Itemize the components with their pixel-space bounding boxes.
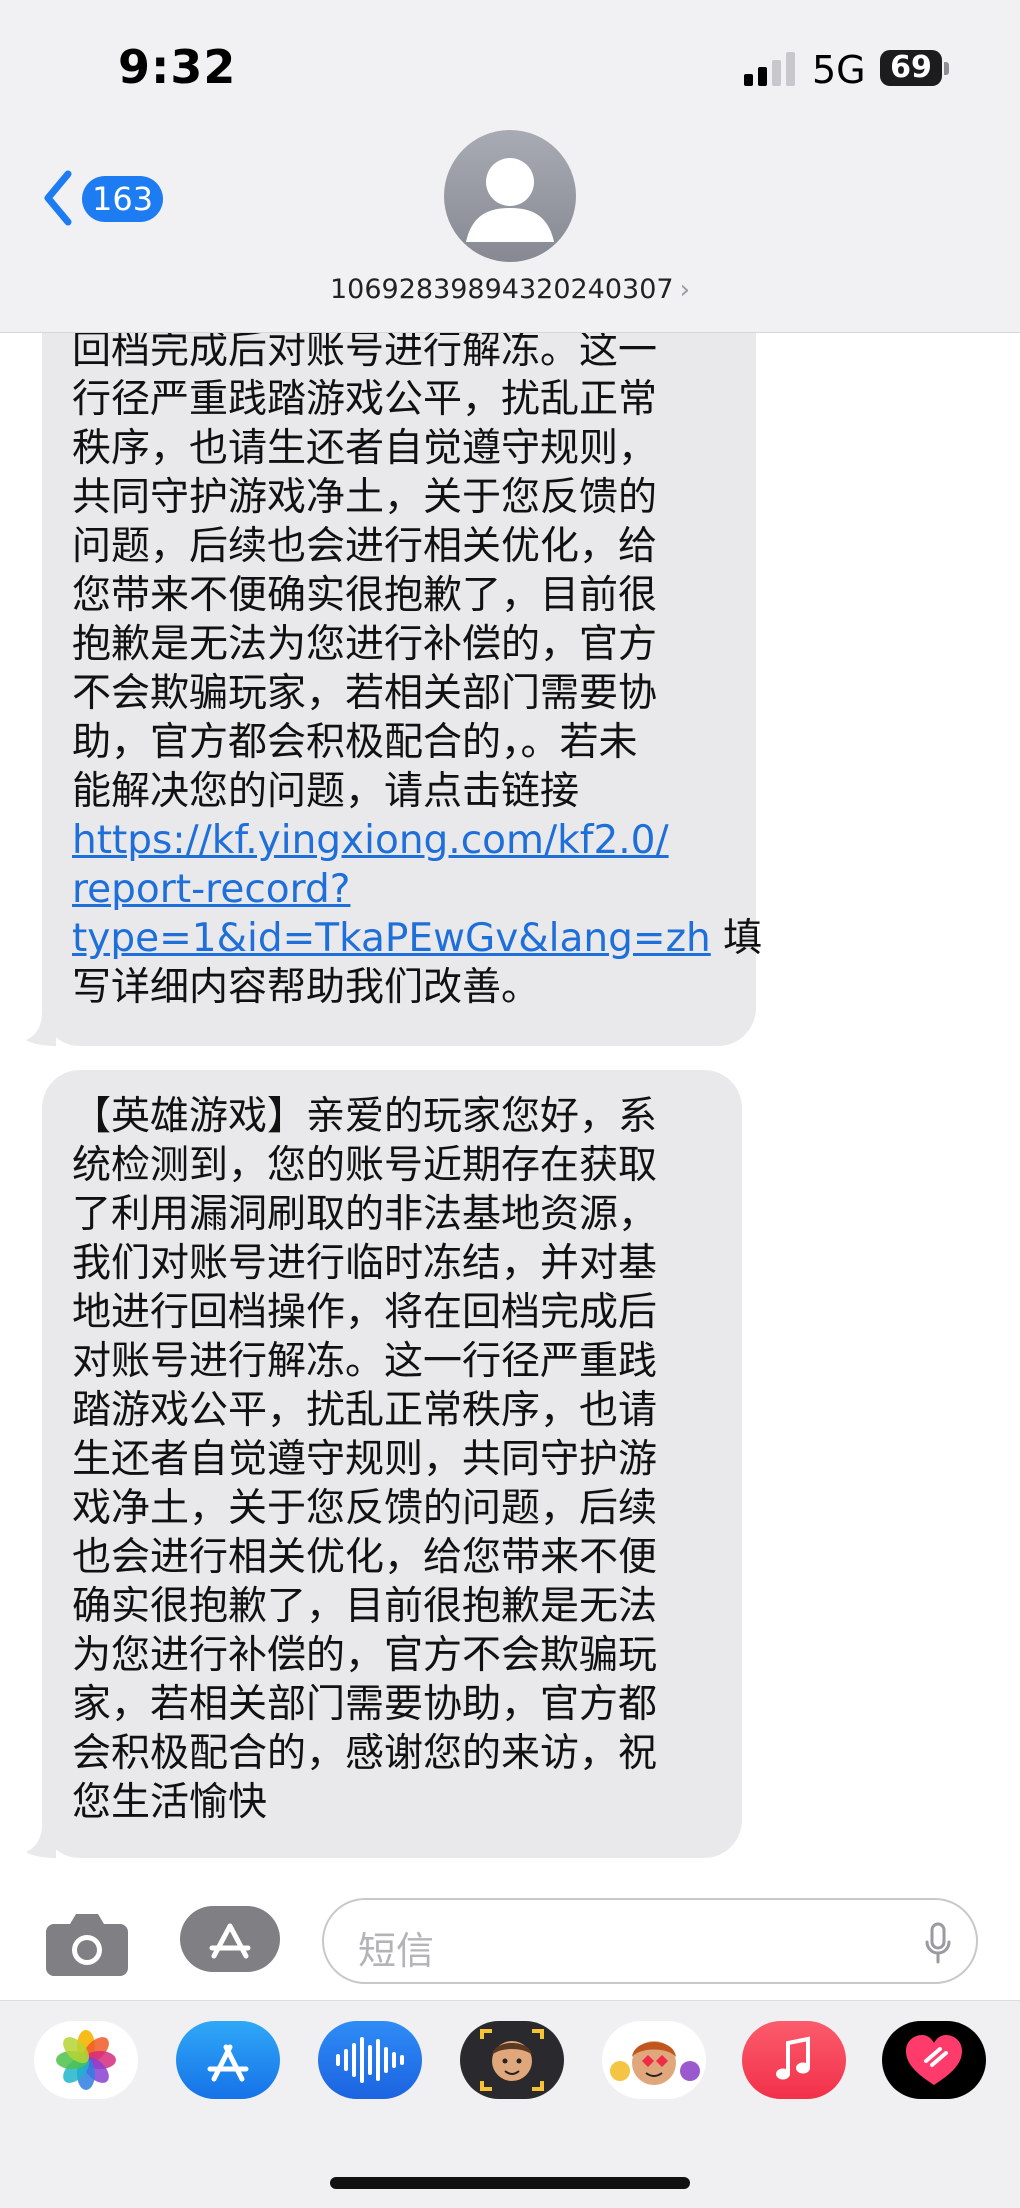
message-line: 您带来不便确实很抱歉了，目前很 <box>72 573 658 618</box>
message-line: 戏净土，关于您反馈的问题，后续 <box>72 1486 658 1531</box>
chevron-left-icon <box>44 170 72 226</box>
message-line: 行径严重践踏游戏公平，扰乱正常 <box>72 377 658 422</box>
status-bar: 9:32 5G 69 <box>0 0 1020 130</box>
message-line: 您生活愉快 <box>72 1780 268 1825</box>
message-input[interactable]: 短信 <box>322 1898 978 1984</box>
app-store-app-icon[interactable] <box>176 2021 280 2099</box>
contact-avatar[interactable] <box>444 130 576 262</box>
message-input-placeholder: 短信 <box>358 1929 435 1973</box>
home-indicator <box>330 2177 690 2189</box>
message-line: 家，若相关部门需要协助，官方都 <box>72 1682 658 1727</box>
camera-icon[interactable] <box>46 1910 128 1976</box>
message-line: 不会欺骗玩家，若相关部门需要协 <box>72 671 658 716</box>
chevron-right-icon: › <box>679 275 690 305</box>
message-link[interactable]: report-record? <box>72 865 726 914</box>
message-line: 写详细内容帮助我们改善。 <box>72 965 541 1010</box>
memoji-app-icon[interactable] <box>460 2021 564 2099</box>
message-line: 抱歉是无法为您进行补偿的，官方 <box>72 622 658 667</box>
message-line: 助，官方都会积极配合的，。若未 <box>72 720 638 765</box>
message-line: 问题，后续也会进行相关优化，给 <box>72 524 658 569</box>
message-line: 也会进行相关优化，给您带来不便 <box>72 1535 658 1580</box>
message-line: 我们对账号进行临时冻结，并对基 <box>72 1241 658 1286</box>
microphone-icon[interactable] <box>924 1922 952 1964</box>
back-button[interactable]: 163 <box>40 170 170 226</box>
network-type: 5G <box>812 48 866 92</box>
contact-name[interactable]: 1069283989432024​0307 › <box>0 274 1020 305</box>
status-time: 9:32 <box>118 40 237 94</box>
message-line: 会积极配合的，感谢您的来访，祝 <box>72 1731 658 1776</box>
battery-cap <box>944 62 949 75</box>
photos-app-icon[interactable] <box>34 2021 138 2099</box>
music-app-icon[interactable] <box>742 2021 846 2099</box>
battery-indicator: 69 <box>880 50 942 86</box>
message-line: 了利用漏洞刷取的非法基地资源， <box>72 1192 658 1237</box>
message-line: 踏游戏公平，扰乱正常秩序，也请 <box>72 1388 658 1433</box>
message-line: 共同守护游戏净土，关于您反馈的 <box>72 475 658 520</box>
animoji-app-icon[interactable] <box>602 2021 706 2099</box>
message-line: 秩序，也请生还者自觉遵守规则， <box>72 426 658 471</box>
message-bubble[interactable]: 【英雄游戏】亲爱的玩家您好，系 统检测到，您的账号近期存在获取 了利用漏洞刷取的… <box>42 1070 742 1858</box>
message-line: 能解决您的问题，请点击链接 <box>72 769 580 814</box>
message-line: 生还者自觉遵守规则，共同守护游 <box>72 1437 658 1482</box>
cellular-signal-icon <box>744 52 795 86</box>
message-line: 为您进行补偿的，官方不会欺骗玩 <box>72 1633 658 1678</box>
contact-number: 1069283989432024​0307 <box>330 274 674 305</box>
app-store-icon <box>209 1923 251 1959</box>
bubble-tail <box>26 1824 56 1858</box>
message-line: 地进行回档操作，将在回档完成后 <box>72 1290 658 1335</box>
audio-app-icon[interactable] <box>318 2021 422 2099</box>
message-link[interactable]: https://kf.yingxiong.com/kf2.0/ <box>72 816 726 865</box>
message-link[interactable]: type=1&id=TkaPEwGv&lang=zh <box>72 916 711 961</box>
app-store-button[interactable] <box>180 1906 280 1972</box>
message-line: 对账号进行解冻。这一行径严重践 <box>72 1339 658 1384</box>
bubble-tail <box>26 1012 56 1046</box>
message-composer: 短信 <box>0 1880 1020 1990</box>
message-line: 确实很抱歉了，目前很抱歉是无法 <box>72 1584 658 1629</box>
unread-count-badge: 163 <box>82 176 164 222</box>
message-line: 统检测到，您的账号近期存在获取 <box>72 1143 658 1188</box>
person-icon <box>466 158 554 242</box>
message-line: 【英雄游戏】亲爱的玩家您好，系 <box>72 1094 658 1139</box>
imessage-app-drawer <box>0 2000 1020 2208</box>
message-line: 回档完成后对账号进行解冻。这一 <box>72 328 658 373</box>
digital-touch-app-icon[interactable] <box>882 2021 986 2099</box>
message-text: 填 <box>710 916 763 961</box>
